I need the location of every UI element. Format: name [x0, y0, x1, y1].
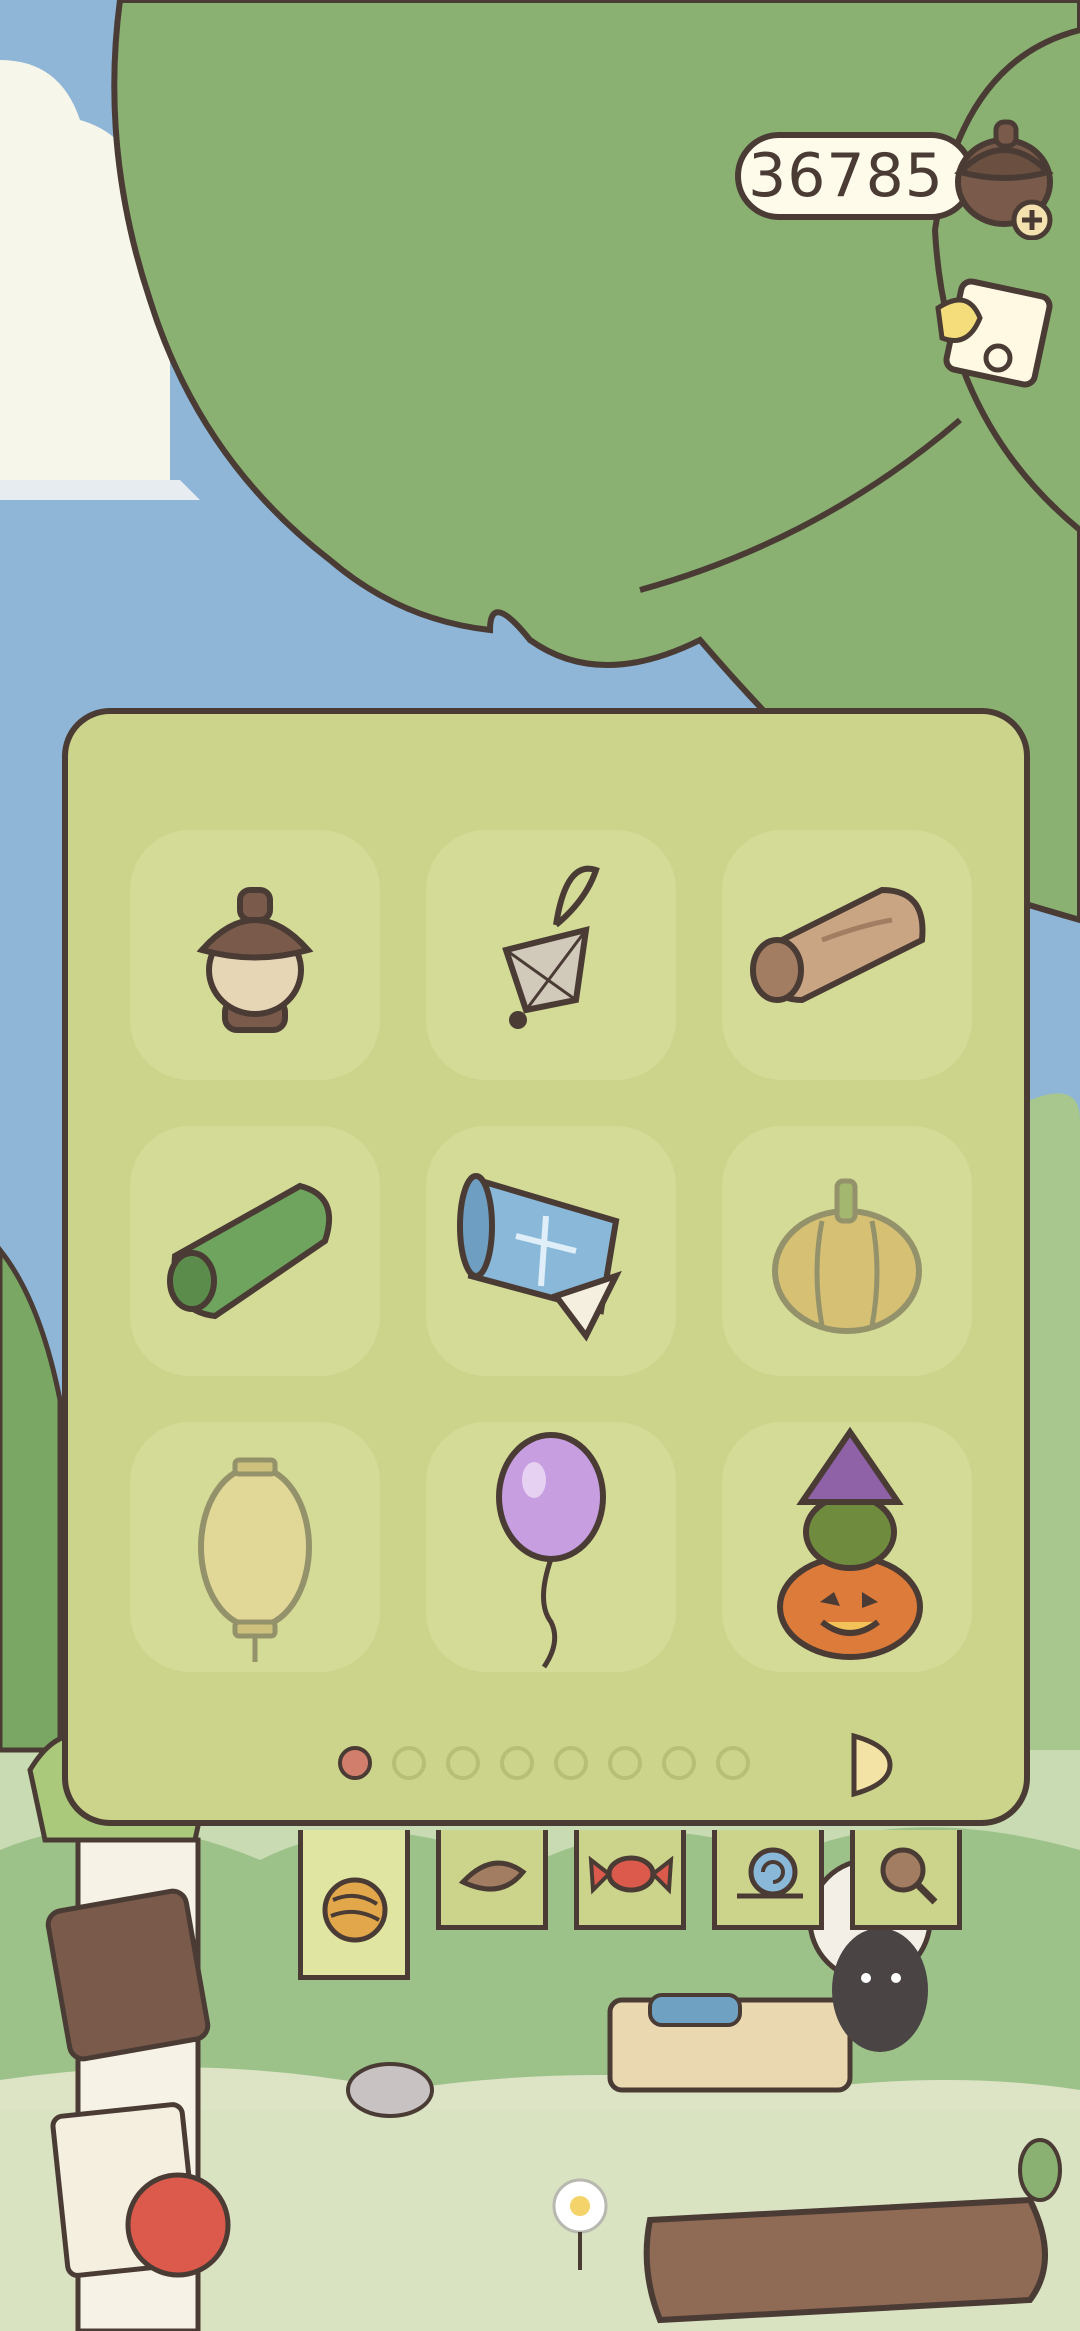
tab-snail[interactable]: [712, 1830, 824, 1930]
paper-lantern-icon: [198, 1457, 312, 1662]
inventory-slot-leaf-wrap[interactable]: [130, 1126, 380, 1376]
inventory-slot-wood-log[interactable]: [722, 830, 972, 1080]
page-dot-6[interactable]: [608, 1746, 642, 1780]
snail-icon: [737, 1847, 803, 1899]
inventory-slot-jack-o-lantern[interactable]: [722, 1422, 972, 1672]
acorn-icon[interactable]: [946, 110, 1066, 241]
inventory-slot-spiderweb-charm[interactable]: [426, 830, 676, 1080]
leaf-icon: [458, 1860, 527, 1892]
tab-leaf[interactable]: [436, 1830, 548, 1930]
page-dot-3[interactable]: [446, 1746, 480, 1780]
wood-log-scroll-icon: [750, 886, 926, 1004]
page-indicator: [338, 1724, 893, 1804]
yarn-ball-icon: [322, 1877, 388, 1943]
acorn-icon: [196, 887, 314, 1033]
inventory-panel: [62, 708, 1030, 1826]
blueprint-scroll-icon: [457, 1173, 622, 1342]
tab-candy[interactable]: [574, 1830, 686, 1930]
leaf-wrap-icon: [167, 1182, 332, 1320]
tab-yarn[interactable]: [298, 1830, 410, 1980]
purple-balloon-icon: [496, 1432, 606, 1669]
page-dot-4[interactable]: [500, 1746, 534, 1780]
notes-icon[interactable]: [928, 268, 1058, 398]
inventory-slot-pumpkin[interactable]: [722, 1126, 972, 1376]
page-dot-2[interactable]: [392, 1746, 426, 1780]
pumpkin-icon: [772, 1178, 922, 1334]
acorn-currency-counter[interactable]: 36785: [735, 132, 975, 220]
candy-icon: [588, 1855, 674, 1895]
page-dot-7[interactable]: [662, 1746, 696, 1780]
inventory-slot-paper-lantern[interactable]: [130, 1422, 380, 1672]
tab-magnifier[interactable]: [850, 1830, 962, 1930]
inventory-slot-acorn[interactable]: [130, 830, 380, 1080]
page-dot-5[interactable]: [554, 1746, 588, 1780]
next-page-icon[interactable]: [846, 1730, 896, 1800]
spiderweb-charm-icon: [502, 865, 600, 1029]
page-dot-8[interactable]: [716, 1746, 750, 1780]
inventory-slot-balloon[interactable]: [426, 1422, 676, 1672]
currency-amount: 36785: [748, 141, 944, 211]
inventory-slot-blueprint[interactable]: [426, 1126, 676, 1376]
page-dot-1[interactable]: [338, 1746, 372, 1780]
magnifier-icon: [880, 1847, 938, 1905]
jack-o-lantern-stack-icon: [777, 1426, 923, 1660]
